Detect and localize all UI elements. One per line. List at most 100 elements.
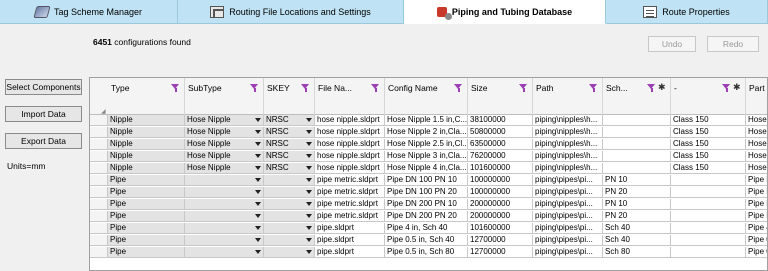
cell-dropdown[interactable]: [185, 187, 264, 198]
row-selector[interactable]: [90, 211, 108, 222]
table-cell[interactable]: Pipe DN 200 PN 20: [385, 211, 468, 222]
row-selector[interactable]: [90, 175, 108, 186]
cell-dropdown[interactable]: [185, 175, 264, 186]
column-header[interactable]: - ✱: [671, 78, 746, 115]
table-cell[interactable]: Pipe DI: [746, 187, 767, 198]
row-selector[interactable]: [90, 163, 108, 174]
gear-icon[interactable]: ✱: [658, 83, 666, 92]
dropdown-arrow-icon[interactable]: [306, 142, 312, 146]
table-cell[interactable]: 200000000: [468, 199, 533, 210]
table-row[interactable]: Nipple Hose Nipple NRSC hose nipple.sldprt H…: [90, 115, 767, 126]
cell-dropdown[interactable]: NRSC: [264, 115, 315, 126]
dropdown-arrow-icon[interactable]: [306, 250, 312, 254]
table-cell[interactable]: Pipe DI: [746, 211, 767, 222]
select-components-button[interactable]: Select Components: [5, 79, 82, 95]
table-cell[interactable]: Pipe 4 in, Sch 40: [385, 223, 468, 234]
table-row[interactable]: Nipple Hose Nipple NRSC hose nipple.sldprt H…: [90, 127, 767, 138]
table-cell[interactable]: [671, 175, 746, 186]
table-cell[interactable]: Nipple: [108, 115, 185, 126]
dropdown-arrow-icon[interactable]: [306, 178, 312, 182]
table-cell[interactable]: Class 150: [671, 127, 746, 138]
filter-icon[interactable]: [454, 84, 463, 92]
column-header[interactable]: Path: [533, 78, 603, 115]
table-row[interactable]: Pipe pipe metric.sldprt Pipe DN 100 PN 20 1…: [90, 187, 767, 198]
table-row[interactable]: Pipe pipe metric.sldprt Pipe DN 200 PN 20 2…: [90, 211, 767, 222]
table-cell[interactable]: pipe.sldprt: [315, 235, 385, 246]
table-cell[interactable]: Pipe: [108, 223, 185, 234]
cell-dropdown[interactable]: [264, 247, 315, 258]
table-cell[interactable]: pipe metric.sldprt: [315, 187, 385, 198]
row-selector[interactable]: [90, 235, 108, 246]
cell-dropdown[interactable]: Hose Nipple: [185, 127, 264, 138]
table-row[interactable]: Pipe pipe metric.sldprt Pipe DN 100 PN 10 1…: [90, 175, 767, 186]
table-cell[interactable]: Pipe DN 100 PN 20: [385, 187, 468, 198]
table-cell[interactable]: Hose Nipple 2 in,Cla...: [385, 127, 468, 138]
dropdown-arrow-icon[interactable]: [255, 250, 261, 254]
table-cell[interactable]: piping\nipples\h...: [533, 115, 603, 126]
table-cell[interactable]: Nipple: [108, 127, 185, 138]
dropdown-arrow-icon[interactable]: [255, 190, 261, 194]
row-selector[interactable]: [90, 151, 108, 162]
table-cell[interactable]: 100000000: [468, 187, 533, 198]
row-selector[interactable]: [90, 187, 108, 198]
table-row[interactable]: Pipe pipe.sldprt Pipe 0.5 in, Sch 80 127000…: [90, 247, 767, 258]
table-cell[interactable]: Pipe 4 i: [746, 223, 767, 234]
table-cell[interactable]: hose nipple.sldprt: [315, 115, 385, 126]
filter-icon[interactable]: [647, 84, 656, 92]
table-cell[interactable]: Hose N: [746, 163, 767, 174]
column-header[interactable]: Sch... ✱: [603, 78, 671, 115]
tab-routing-file-locations[interactable]: Routing File Locations and Settings: [178, 0, 404, 24]
table-cell[interactable]: Hose Nipple 2.5 in,Cl...: [385, 139, 468, 150]
table-cell[interactable]: piping\pipes\pi...: [533, 211, 603, 222]
table-cell[interactable]: pipe.sldprt: [315, 223, 385, 234]
dropdown-arrow-icon[interactable]: [306, 202, 312, 206]
table-cell[interactable]: Class 150: [671, 139, 746, 150]
table-cell[interactable]: piping\pipes\pi...: [533, 223, 603, 234]
table-cell[interactable]: [671, 187, 746, 198]
table-cell[interactable]: Pipe 0.5: [746, 247, 767, 258]
table-cell[interactable]: [671, 235, 746, 246]
dropdown-arrow-icon[interactable]: [306, 226, 312, 230]
table-cell[interactable]: Pipe DN 200 PN 10: [385, 199, 468, 210]
table-cell[interactable]: PN 10: [603, 199, 671, 210]
row-selector[interactable]: [90, 223, 108, 234]
dropdown-arrow-icon[interactable]: [306, 154, 312, 158]
cell-dropdown[interactable]: NRSC: [264, 139, 315, 150]
table-cell[interactable]: 200000000: [468, 211, 533, 222]
table-cell[interactable]: Nipple: [108, 151, 185, 162]
table-cell[interactable]: Pipe: [108, 199, 185, 210]
row-selector[interactable]: [90, 247, 108, 258]
cell-dropdown[interactable]: Hose Nipple: [185, 139, 264, 150]
column-header[interactable]: Config Name: [385, 78, 468, 115]
table-cell[interactable]: piping\pipes\pi...: [533, 199, 603, 210]
table-cell[interactable]: [603, 115, 671, 126]
table-cell[interactable]: Pipe: [108, 235, 185, 246]
tab-route-properties[interactable]: Route Properties: [606, 0, 768, 24]
redo-button[interactable]: Redo: [707, 36, 759, 52]
dropdown-arrow-icon[interactable]: [255, 166, 261, 170]
table-cell[interactable]: Hose N: [746, 115, 767, 126]
table-cell[interactable]: pipe metric.sldprt: [315, 211, 385, 222]
undo-button[interactable]: Undo: [648, 36, 696, 52]
table-cell[interactable]: Hose N: [746, 127, 767, 138]
table-cell[interactable]: Hose Nipple 1.5 in,C...: [385, 115, 468, 126]
filter-icon[interactable]: [171, 84, 180, 92]
table-row[interactable]: Pipe pipe.sldprt Pipe 4 in, Sch 40 10160000…: [90, 223, 767, 234]
table-cell[interactable]: [603, 139, 671, 150]
table-cell[interactable]: hose nipple.sldprt: [315, 163, 385, 174]
dropdown-arrow-icon[interactable]: [255, 154, 261, 158]
cell-dropdown[interactable]: NRSC: [264, 127, 315, 138]
row-selector[interactable]: [90, 127, 108, 138]
table-cell[interactable]: 50800000: [468, 127, 533, 138]
table-cell[interactable]: Hose N: [746, 151, 767, 162]
row-selector[interactable]: [90, 199, 108, 210]
filter-icon[interactable]: [589, 84, 598, 92]
filter-icon[interactable]: [301, 84, 310, 92]
dropdown-arrow-icon[interactable]: [255, 226, 261, 230]
import-data-button[interactable]: Import Data: [5, 106, 82, 122]
dropdown-arrow-icon[interactable]: [255, 142, 261, 146]
table-cell[interactable]: piping\nipples\h...: [533, 151, 603, 162]
filter-icon[interactable]: [371, 84, 380, 92]
dropdown-arrow-icon[interactable]: [255, 238, 261, 242]
table-cell[interactable]: hose nipple.sldprt: [315, 127, 385, 138]
